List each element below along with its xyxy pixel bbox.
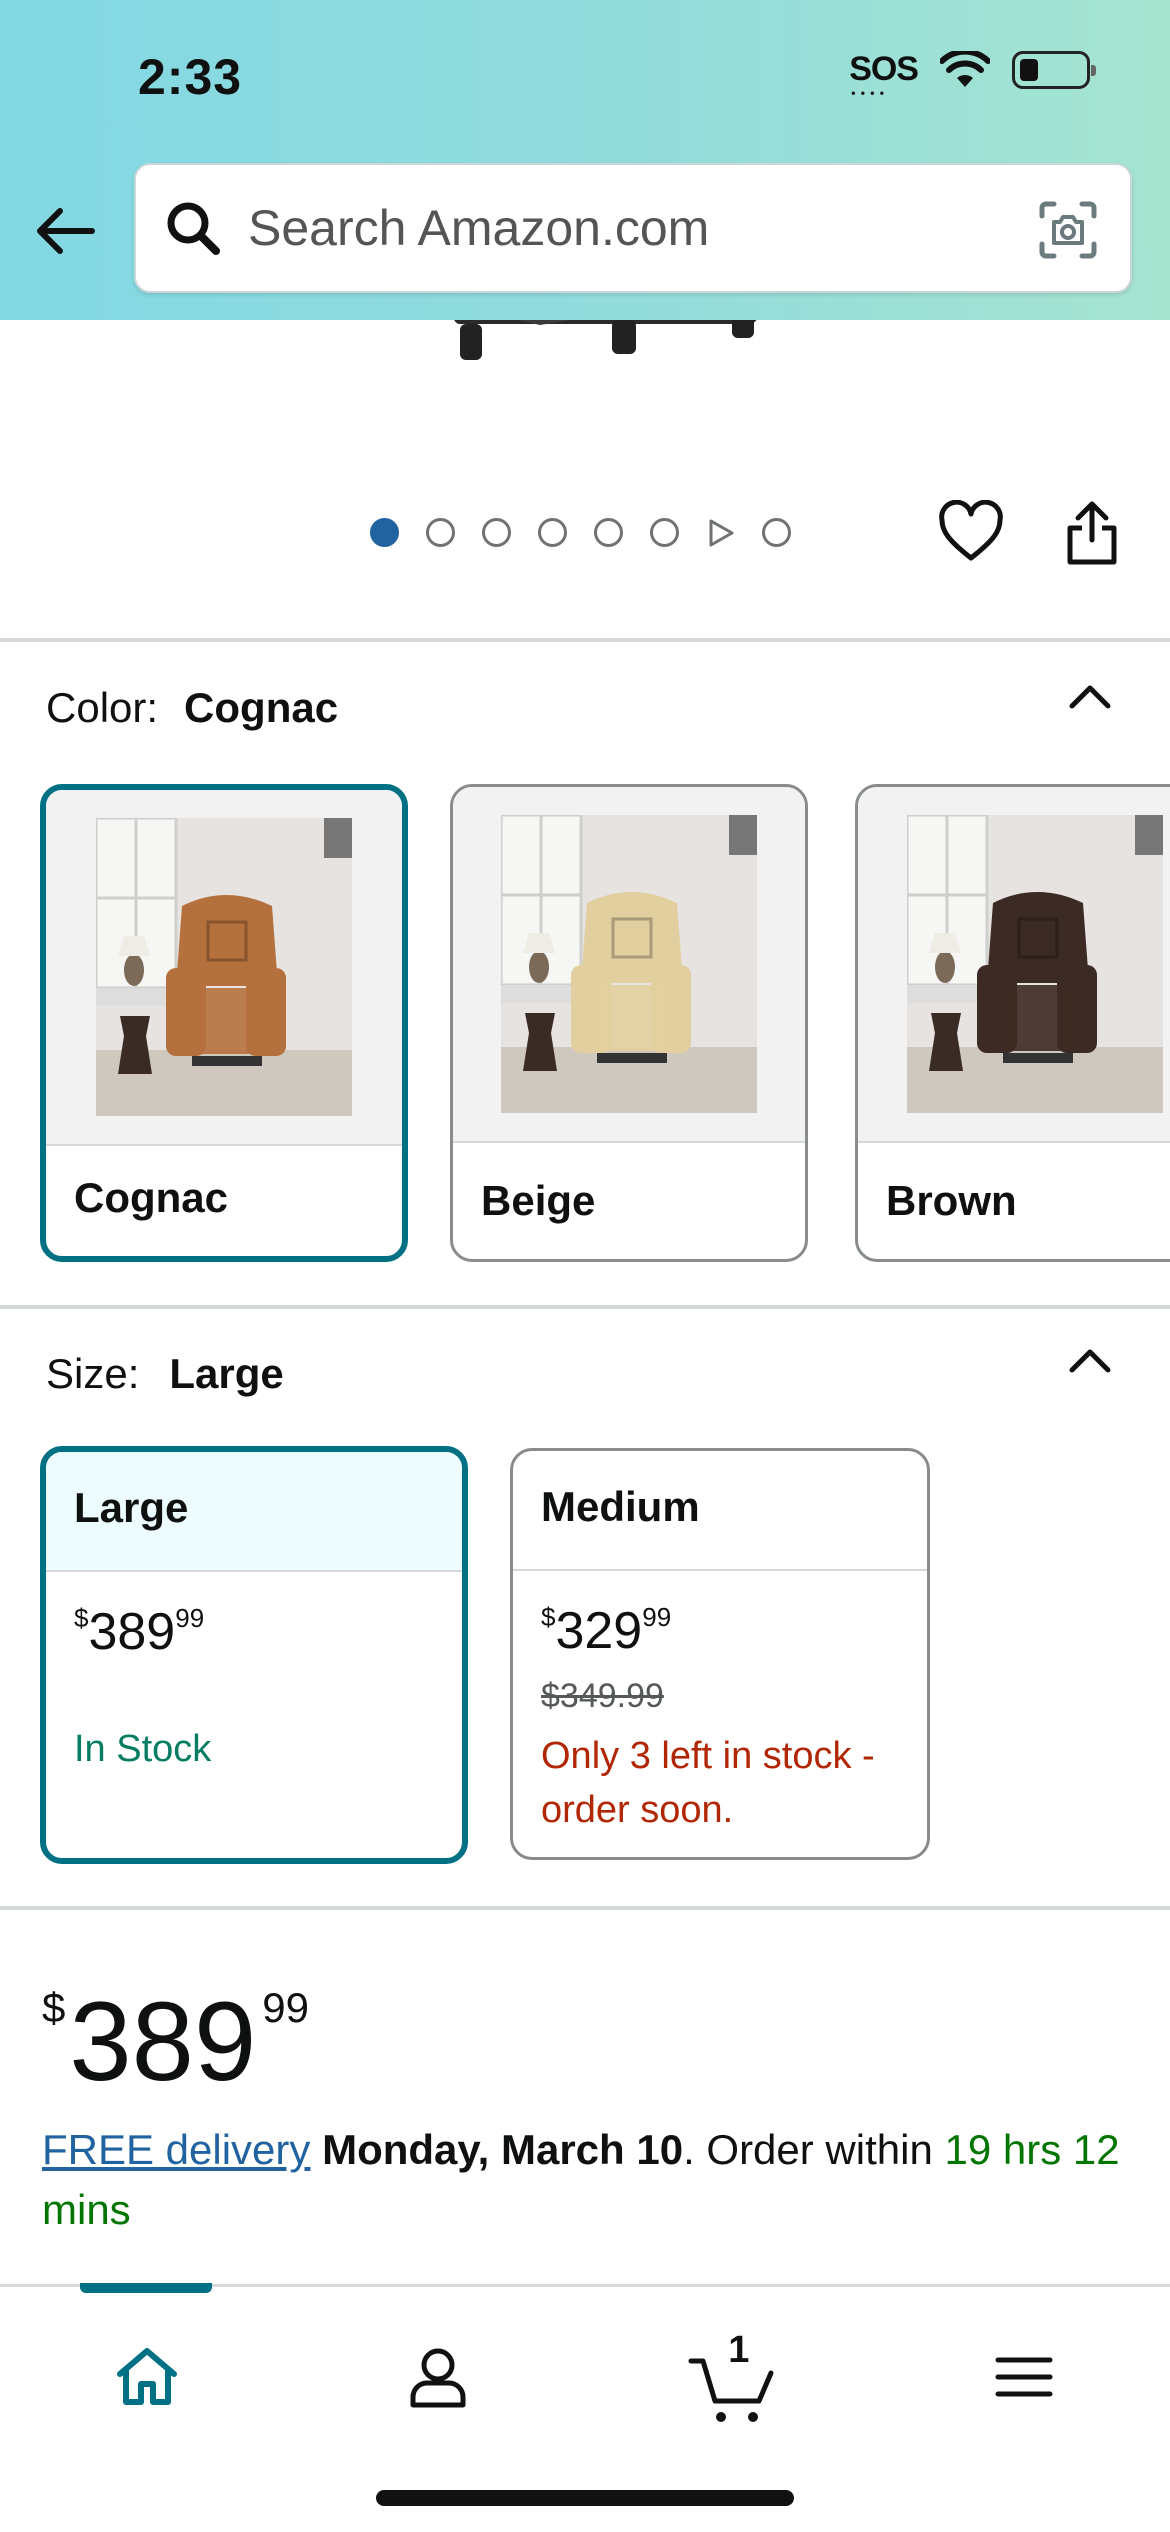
- product-price: $389 99: [42, 1979, 309, 2104]
- delivery-date: Monday, March 10: [322, 2126, 684, 2173]
- search-bar[interactable]: [134, 163, 1132, 293]
- pagination-dot[interactable]: [594, 518, 623, 547]
- nav-cart[interactable]: 1: [682, 2327, 782, 2427]
- size-option-medium[interactable]: Medium $32999 $349.99 Only 3 left in sto…: [510, 1448, 930, 1860]
- search-input[interactable]: [248, 199, 1008, 257]
- pagination-dot-active[interactable]: [370, 518, 399, 547]
- battery-icon: [1012, 50, 1096, 89]
- image-pagination[interactable]: [370, 518, 791, 547]
- selected-size: Large: [169, 1350, 284, 1397]
- size-label: Size: Large: [46, 1350, 284, 1397]
- nav-menu[interactable]: [974, 2327, 1074, 2427]
- swatch-label: Beige: [481, 1177, 596, 1224]
- chevron-up-icon[interactable]: [1066, 1340, 1114, 1380]
- home-indicator: [376, 2490, 794, 2506]
- size-option-name: Large: [46, 1452, 462, 1572]
- account-icon: [410, 2348, 466, 2408]
- heart-icon[interactable]: [938, 500, 1004, 566]
- size-option-name: Medium: [513, 1451, 927, 1571]
- active-tab-indicator: [80, 2283, 212, 2293]
- color-swatch-cognac[interactable]: Cognac: [40, 784, 408, 1262]
- pagination-dot[interactable]: [482, 518, 511, 547]
- size-option-price: $32999: [541, 1602, 672, 1660]
- stock-status: In Stock: [74, 1728, 212, 1770]
- size-option-price: $38999: [74, 1603, 205, 1661]
- share-icon[interactable]: [1062, 498, 1122, 568]
- app-header: 2:33 SOS: [0, 0, 1170, 320]
- arrow-left-icon: [37, 208, 95, 254]
- swatch-label: Brown: [886, 1177, 1017, 1224]
- pagination-dot[interactable]: [762, 518, 791, 547]
- color-swatch-beige[interactable]: Beige: [450, 784, 808, 1262]
- cognac-chair-image: [46, 790, 402, 1146]
- free-delivery-link[interactable]: FREE delivery: [42, 2126, 310, 2173]
- brown-chair-image: [858, 787, 1170, 1143]
- search-icon: [158, 193, 228, 263]
- color-swatch-brown[interactable]: Brown: [855, 784, 1170, 1262]
- list-price: $349.99: [541, 1677, 664, 1715]
- divider: [0, 1305, 1170, 1309]
- chair-thumbnail: [907, 815, 1163, 1113]
- back-button[interactable]: [30, 196, 100, 266]
- delivery-info: FREE delivery Monday, March 10. Order wi…: [42, 2126, 1120, 2233]
- chevron-up-icon[interactable]: [1066, 676, 1114, 716]
- home-icon: [117, 2348, 177, 2405]
- sos-indicator: SOS: [849, 50, 919, 100]
- status-time: 2:33: [138, 49, 243, 105]
- pagination-dot[interactable]: [426, 518, 455, 547]
- nav-account[interactable]: [388, 2327, 488, 2427]
- menu-icon: [995, 2357, 1053, 2397]
- nav-home[interactable]: [97, 2327, 197, 2427]
- video-play-icon[interactable]: [706, 518, 735, 547]
- chair-thumbnail: [501, 815, 757, 1113]
- stock-status: Only 3 left in stock - order soon.: [541, 1735, 875, 1831]
- camera-lens-icon[interactable]: [1036, 198, 1100, 262]
- beige-chair-image: [453, 787, 805, 1143]
- cart-count: 1: [728, 2329, 750, 2371]
- color-label: Color: Cognac: [46, 684, 339, 731]
- divider: [0, 1906, 1170, 1910]
- size-option-large[interactable]: Large $38999 In Stock: [40, 1446, 468, 1864]
- selected-color: Cognac: [184, 684, 339, 731]
- wifi-icon: [940, 50, 990, 87]
- pagination-dot[interactable]: [650, 518, 679, 547]
- chair-thumbnail: [96, 818, 352, 1116]
- divider: [0, 638, 1170, 642]
- pagination-dot[interactable]: [538, 518, 567, 547]
- status-icons: SOS: [849, 50, 1096, 100]
- swatch-label: Cognac: [74, 1174, 229, 1221]
